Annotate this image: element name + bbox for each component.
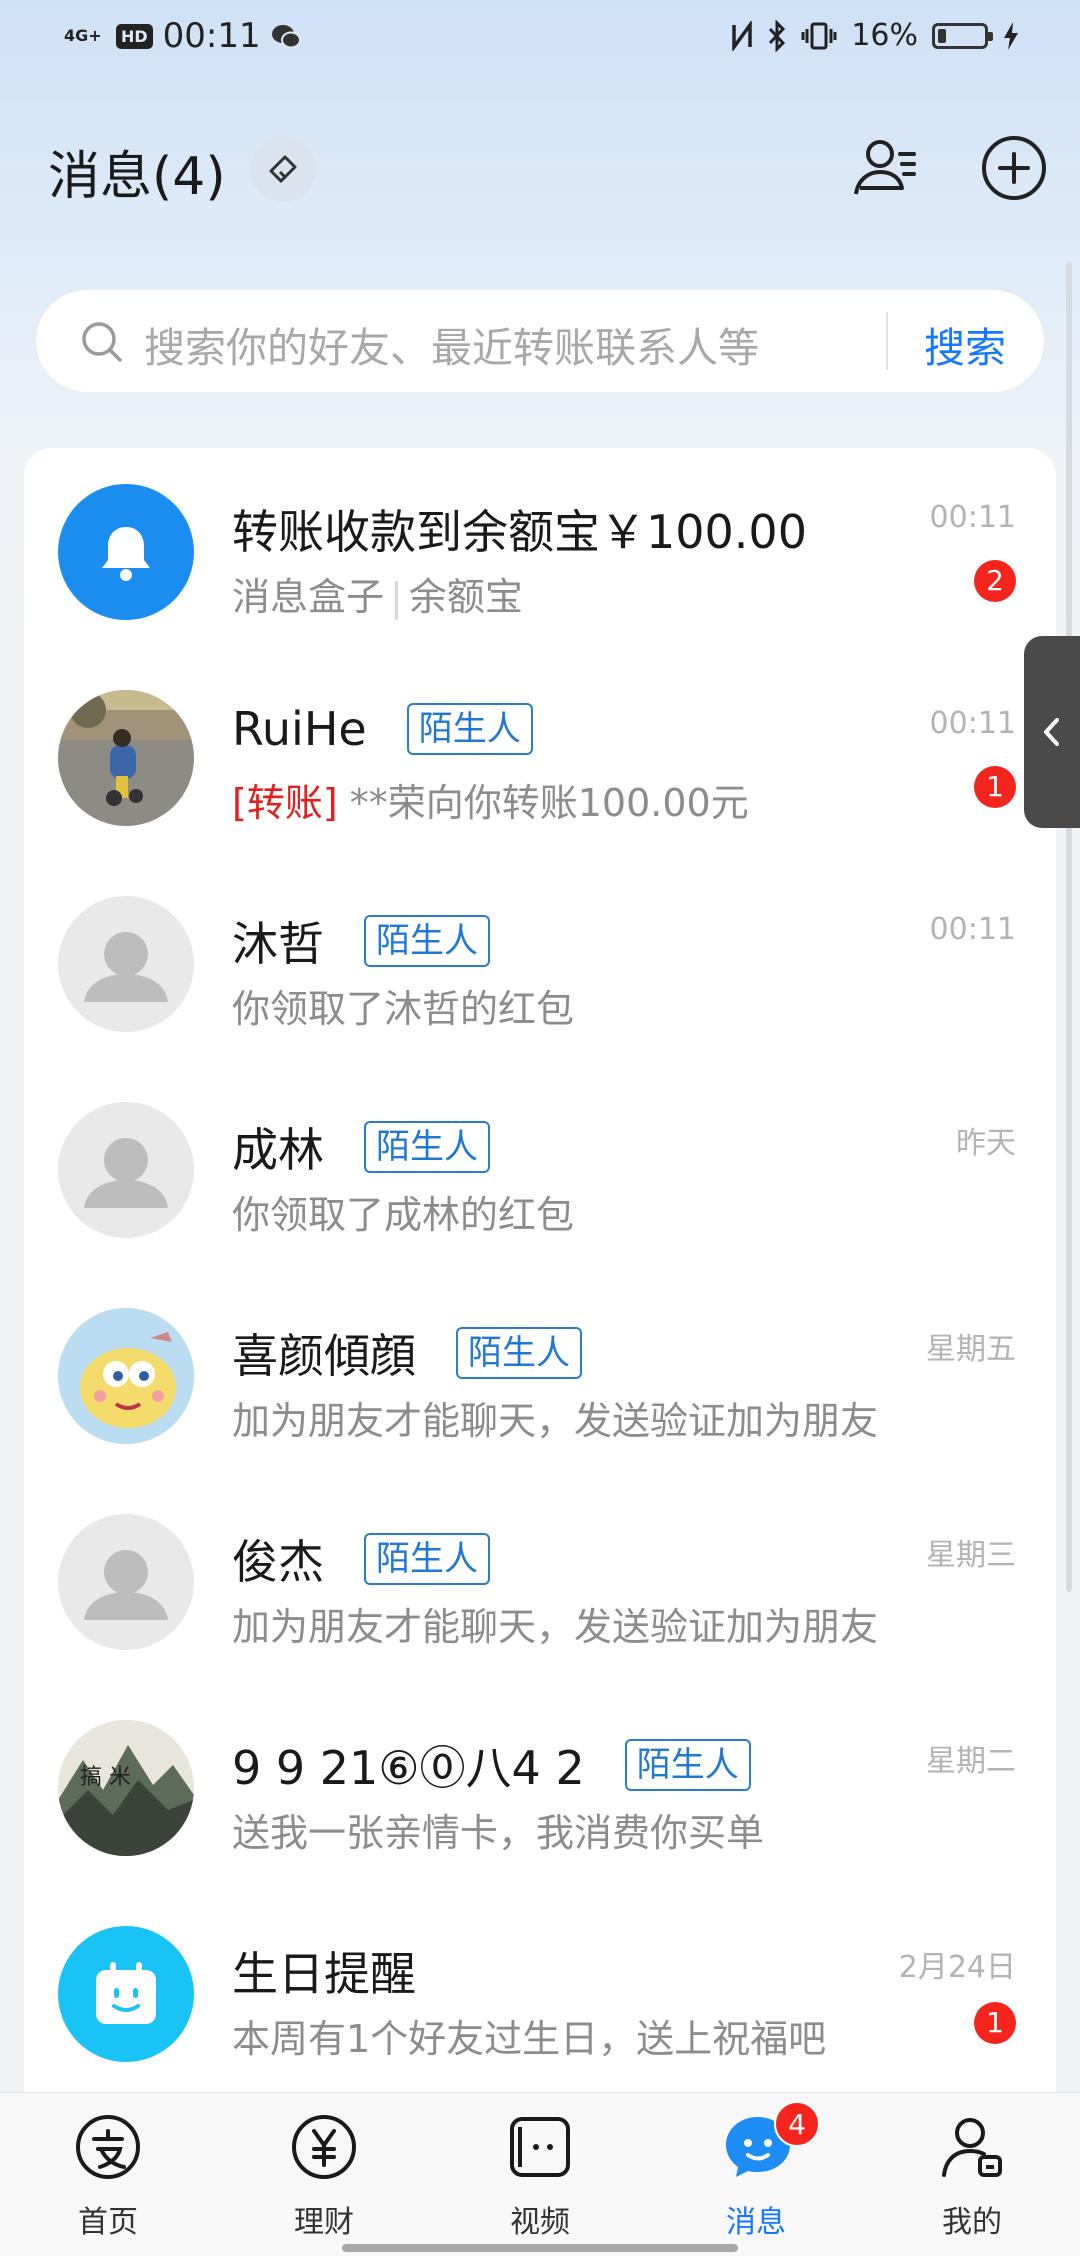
- broom-icon: [269, 155, 297, 184]
- tab-label: 视频: [510, 2205, 570, 2240]
- search-icon: [82, 322, 122, 362]
- search-input[interactable]: 搜索你的好友、最近转账联系人等: [144, 314, 904, 374]
- home-indicator[interactable]: [342, 2244, 738, 2252]
- conversation-name: 生日提醒: [232, 1947, 416, 2001]
- search-button[interactable]: 搜索: [924, 314, 1006, 374]
- list-item[interactable]: 生日提醒 本周有1个好友过生日，送上祝福吧 2月24日 1: [24, 1890, 1056, 2096]
- conversation-name: 转账收款到余额宝￥100.00: [232, 505, 807, 559]
- tab-home[interactable]: 首页: [33, 2111, 183, 2241]
- conversation-time: 00:11: [929, 706, 1016, 741]
- list-item[interactable]: 成林 陌生人 你领取了成林的红包 昨天: [24, 1066, 1056, 1272]
- conversation-name: 沐哲 陌生人: [232, 908, 490, 974]
- contacts-icon: [854, 140, 916, 195]
- conversation-time: 00:11: [929, 912, 1016, 947]
- conversation-time: 昨天: [956, 1126, 1016, 1161]
- wechat-notification-icon: [271, 25, 301, 49]
- charging-icon: [1004, 21, 1018, 50]
- stranger-tag: 陌生人: [364, 1533, 490, 1585]
- contacts-button[interactable]: [850, 132, 922, 204]
- stranger-tag: 陌生人: [364, 1121, 490, 1173]
- tab-label: 理财: [294, 2205, 354, 2240]
- calendar-icon: [58, 1926, 194, 2062]
- conversation-preview: 你领取了成林的红包: [232, 1193, 575, 1237]
- conversation-time: 星期三: [926, 1538, 1016, 1573]
- conversation-name: 俊杰 陌生人: [232, 1526, 490, 1592]
- conversation-name: 喜颜傾顔 陌生人: [232, 1320, 582, 1386]
- conversation-name: RuiHe 陌生人: [232, 702, 533, 756]
- nfc-icon: [732, 20, 753, 51]
- tab-video[interactable]: 视频: [465, 2111, 615, 2241]
- stranger-tag: 陌生人: [456, 1327, 582, 1379]
- side-expand-tab[interactable]: [1024, 636, 1080, 828]
- conversation-time: 星期二: [926, 1744, 1016, 1779]
- tab-label: 消息: [726, 2205, 786, 2240]
- page-title: 消息(4): [48, 147, 226, 207]
- unread-badge: 1: [974, 766, 1016, 808]
- conversation-preview: [转账] **荣向你转账100.00元: [232, 781, 749, 825]
- battery-percent: 16%: [851, 18, 918, 53]
- conversation-preview: 你领取了沐哲的红包: [232, 987, 575, 1031]
- avatar: [58, 690, 194, 826]
- yuan-icon: [292, 2115, 356, 2179]
- bottom-tab-bar: 首页 理财 视频 4 消息 我的: [0, 2092, 1080, 2256]
- bell-icon: [58, 484, 194, 620]
- stranger-tag: 陌生人: [624, 1739, 751, 1791]
- clean-button[interactable]: [250, 136, 316, 202]
- tab-wealth[interactable]: 理财: [249, 2111, 399, 2241]
- conversation-name: 成林 陌生人: [232, 1114, 490, 1180]
- list-item[interactable]: 转账收款到余额宝￥100.00 消息盒子 | 余额宝 00:11 2: [24, 448, 1056, 654]
- video-icon: [510, 2117, 570, 2177]
- conversation-time: 2月24日: [898, 1950, 1016, 1985]
- avatar: 搞 米: [58, 1720, 194, 1856]
- tab-profile[interactable]: 我的: [897, 2111, 1047, 2241]
- status-time: 00:11: [162, 16, 261, 56]
- conversation-preview: 加为朋友才能聊天，发送验证加为朋友: [232, 1605, 879, 1649]
- conversation-preview: 加为朋友才能聊天，发送验证加为朋友: [232, 1399, 879, 1443]
- plus-circle-icon: [982, 136, 1046, 200]
- svg-text:搞 米: 搞 米: [80, 1765, 131, 1790]
- search-divider: [886, 312, 888, 370]
- tab-label: 首页: [78, 2205, 138, 2240]
- network-indicator: 4G+: [64, 26, 102, 45]
- conversation-time: 00:11: [929, 500, 1016, 535]
- add-button[interactable]: [978, 132, 1050, 204]
- avatar: [58, 1308, 194, 1444]
- scrollbar[interactable]: [1066, 262, 1072, 1592]
- search-bar: 搜索你的好友、最近转账联系人等 搜索: [36, 290, 1044, 392]
- conversation-preview: 本周有1个好友过生日，送上祝福吧: [232, 2017, 827, 2061]
- conversation-preview: 消息盒子 | 余额宝: [232, 575, 523, 619]
- profile-icon: [942, 2118, 1002, 2177]
- conversation-preview: 送我一张亲情卡，我消费你买单: [232, 1811, 765, 1855]
- tab-label: 我的: [942, 2205, 1002, 2240]
- chevron-left-icon: [1044, 718, 1059, 746]
- unread-badge: 4: [774, 2101, 820, 2147]
- list-item[interactable]: 搞 米 9 9 21⑥⓪八4 2 陌生人 送我一张亲情卡，我消费你买单 星期二: [24, 1684, 1056, 1890]
- status-bar: 4G+ HD 00:11 16%: [0, 0, 1080, 76]
- bluetooth-icon: [769, 19, 786, 52]
- default-person-icon: [58, 896, 194, 1032]
- hd-icon: HD: [116, 23, 153, 49]
- list-item[interactable]: 沐哲 陌生人 你领取了沐哲的红包 00:11: [24, 860, 1056, 1066]
- default-person-icon: [58, 1514, 194, 1650]
- battery-icon: [932, 22, 993, 49]
- tab-messages[interactable]: 4 消息: [681, 2101, 831, 2241]
- unread-badge: 1: [974, 2002, 1016, 2044]
- conversation-name: 9 9 21⑥⓪八4 2 陌生人: [232, 1732, 751, 1798]
- list-item[interactable]: 喜颜傾顔 陌生人 加为朋友才能聊天，发送验证加为朋友 星期五: [24, 1272, 1056, 1478]
- alipay-home-icon: [76, 2115, 140, 2179]
- default-person-icon: [58, 1102, 194, 1238]
- unread-badge: 2: [974, 560, 1016, 602]
- list-item[interactable]: 俊杰 陌生人 加为朋友才能聊天，发送验证加为朋友 星期三: [24, 1478, 1056, 1684]
- conversation-list: 转账收款到余额宝￥100.00 消息盒子 | 余额宝 00:11 2 RuiHe 陌生…: [24, 448, 1056, 2108]
- stranger-tag: 陌生人: [364, 915, 490, 967]
- conversation-time: 星期五: [926, 1332, 1016, 1367]
- list-item[interactable]: RuiHe 陌生人 [转账] **荣向你转账100.00元 00:11 1: [24, 654, 1056, 860]
- stranger-tag: 陌生人: [406, 703, 533, 755]
- vibrate-icon: [801, 22, 837, 49]
- header: 消息(4): [0, 110, 1080, 230]
